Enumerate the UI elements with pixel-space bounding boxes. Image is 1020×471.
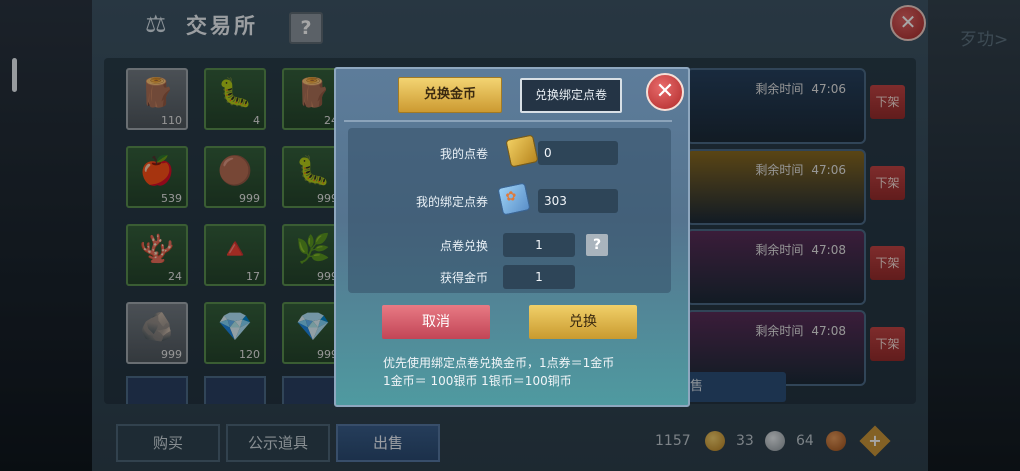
exchange-note-line-1: 优先使用绑定点卷兑换金币，1点券＝1金币 [383, 356, 615, 370]
exchange-amount-input[interactable]: 1 [503, 233, 575, 257]
tab-exchange-gold[interactable]: 兑换金币 [398, 77, 502, 113]
gain-gold-label: 获得金币 [439, 271, 488, 285]
gold-ticket-icon [505, 134, 539, 168]
my-bound-points-value: 303 [538, 189, 618, 213]
exchange-amount-label: 点卷兑换 [439, 239, 488, 253]
cancel-button[interactable]: 取消 [382, 305, 490, 339]
bound-ticket-icon: ✿ [497, 182, 531, 216]
exchange-help-button[interactable]: ? [586, 234, 608, 256]
exchange-note-line-2: 1金币＝ 100银币 1银币＝100铜币 [383, 374, 572, 388]
my-points-value: 0 [538, 141, 618, 165]
my-bound-points-label: 我的绑定点券 [415, 195, 488, 209]
my-points-label: 我的点卷 [439, 147, 488, 161]
confirm-exchange-button[interactable]: 兑换 [529, 305, 637, 339]
flower-icon: ✿ [505, 189, 517, 205]
dialog-close-icon[interactable]: ✕ [646, 73, 684, 111]
tab-exchange-bound-points[interactable]: 兑换绑定点卷 [520, 78, 622, 113]
gain-gold-value: 1 [503, 265, 575, 289]
dialog-divider [344, 120, 672, 122]
